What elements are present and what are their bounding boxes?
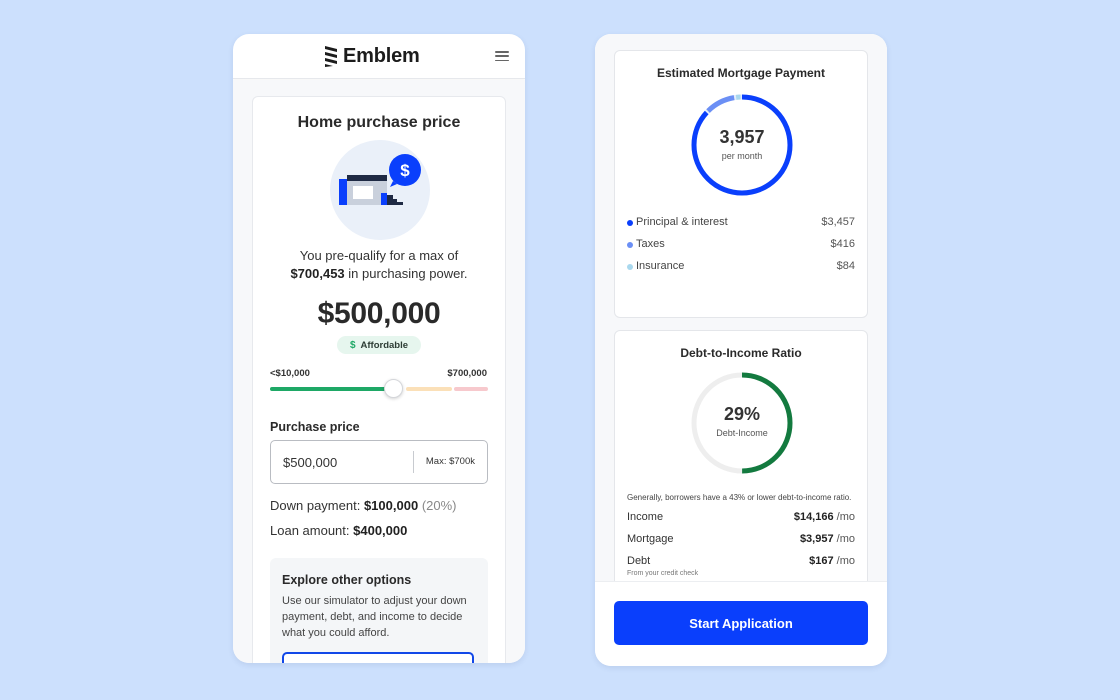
slider-stretch-segment	[406, 387, 452, 391]
brand-logo[interactable]: Emblem	[323, 44, 420, 68]
principal-dot-icon	[627, 220, 633, 226]
price-slider-track[interactable]	[270, 387, 488, 392]
dti-row-value: $14,166 /mo	[793, 511, 855, 523]
dti-row-value: $3,957 /mo	[799, 533, 855, 545]
range-min-label: <$10,000	[270, 368, 310, 379]
slider-affordable-segment	[270, 387, 394, 391]
payment-summary-screen: Estimated Mortgage Payment 3,957 per mon…	[595, 34, 887, 666]
dti-row-label: Debt	[627, 555, 651, 567]
dti-row-value: $167 /mo	[809, 555, 855, 567]
left-content: Home purchase price $ You pre-qualify fo…	[233, 80, 525, 663]
right-content: Estimated Mortgage Payment 3,957 per mon…	[595, 34, 887, 590]
prequal-suffix: in purchasing power.	[348, 266, 468, 281]
start-application-button[interactable]: Start Application	[614, 601, 868, 645]
svg-text:$: $	[400, 161, 410, 180]
debt-source-note: From your credit check	[627, 570, 699, 577]
dollar-icon: $	[349, 339, 356, 351]
selected-price: $500,000	[317, 297, 441, 330]
breakdown-label: Principal & interest	[636, 216, 728, 228]
dti-donut-center: 29% Debt-Income	[688, 404, 796, 438]
dti-card-title: Debt-to-Income Ratio	[680, 346, 802, 360]
range-max-label: $700,000	[447, 368, 487, 379]
purchase-price-label: Purchase price	[270, 420, 360, 434]
explore-title: Explore other options	[282, 573, 412, 587]
explore-options-box: Explore other options Use our simulator …	[270, 558, 488, 663]
loan-amount-label: Loan amount:	[270, 523, 350, 538]
breakdown-value: $3,457	[821, 216, 855, 228]
breakdown-label: Taxes	[636, 238, 665, 250]
dti-row-mortgage: Mortgage $3,957 /mo	[627, 533, 855, 547]
hamburger-menu-icon[interactable]	[495, 51, 509, 62]
down-payment-value: $100,000	[363, 498, 419, 513]
affordable-badge: $ Affordable	[337, 336, 421, 354]
purchase-price-card: Home purchase price $ You pre-qualify fo…	[252, 96, 506, 663]
loan-amount-value: $400,000	[353, 523, 408, 538]
action-footer: Start Application	[595, 581, 887, 666]
breakdown-value: $84	[836, 260, 855, 272]
down-payment-percent: (20%)	[421, 498, 457, 513]
purchase-price-max-hint: Max: $700k	[412, 451, 475, 473]
explore-description: Use our simulator to adjust your down pa…	[282, 595, 467, 639]
insurance-dot-icon	[627, 264, 633, 270]
mortgage-payment-card: Estimated Mortgage Payment 3,957 per mon…	[614, 50, 868, 318]
breakdown-row-principal: Principal & interest $3,457	[627, 216, 855, 230]
dti-row-label: Mortgage	[627, 533, 674, 545]
dti-row-label: Income	[627, 511, 664, 523]
dti-sub: Debt-Income	[716, 428, 768, 438]
mortgage-card-title: Estimated Mortgage Payment	[656, 66, 826, 80]
debt-to-income-card: Debt-to-Income Ratio 29% Debt-Income Gen…	[614, 330, 868, 590]
dti-row-income: Income $14,166 /mo	[627, 511, 855, 525]
dti-row-debt: Debt $167 /mo	[627, 555, 855, 569]
taxes-dot-icon	[627, 242, 633, 248]
dti-percent: 29%	[723, 404, 761, 424]
down-payment-line: Down payment: $100,000 (20%)	[270, 498, 457, 513]
emblem-logo-icon	[325, 46, 337, 67]
purchase-price-value: $500,000	[283, 455, 338, 470]
house-dollar-icon: $	[330, 140, 430, 240]
brand-name: Emblem	[343, 44, 420, 67]
affordable-label: Affordable	[360, 339, 409, 351]
purchase-price-screen: Emblem Home purchase price $ You pre-qua…	[233, 34, 525, 663]
prequal-prefix: You pre-qualify for a max of	[299, 248, 459, 263]
breakdown-value: $416	[830, 238, 855, 250]
slider-aggressive-segment	[454, 387, 488, 391]
monthly-payment-amount: 3,957	[719, 127, 765, 147]
breakdown-row-taxes: Taxes $416	[627, 238, 855, 252]
price-slider-handle[interactable]	[384, 379, 403, 398]
dti-note: Generally, borrowers have a 43% or lower…	[627, 493, 852, 502]
prequal-amount: $700,453	[290, 266, 345, 281]
mortgage-donut-center: 3,957 per month	[688, 127, 796, 161]
purchase-price-input[interactable]: $500,000 Max: $700k	[270, 440, 488, 484]
monthly-payment-sub: per month	[721, 151, 763, 161]
loan-amount-line: Loan amount: $400,000	[270, 523, 407, 538]
breakdown-label: Insurance	[636, 260, 685, 272]
breakdown-row-insurance: Insurance $84	[627, 260, 855, 274]
prequal-message: You pre-qualify for a max of $700,453 in…	[263, 247, 495, 283]
explore-simulator-button[interactable]	[282, 652, 474, 663]
page-title: Home purchase price	[297, 114, 461, 131]
down-payment-label: Down payment:	[270, 498, 361, 513]
app-header: Emblem	[233, 34, 525, 79]
